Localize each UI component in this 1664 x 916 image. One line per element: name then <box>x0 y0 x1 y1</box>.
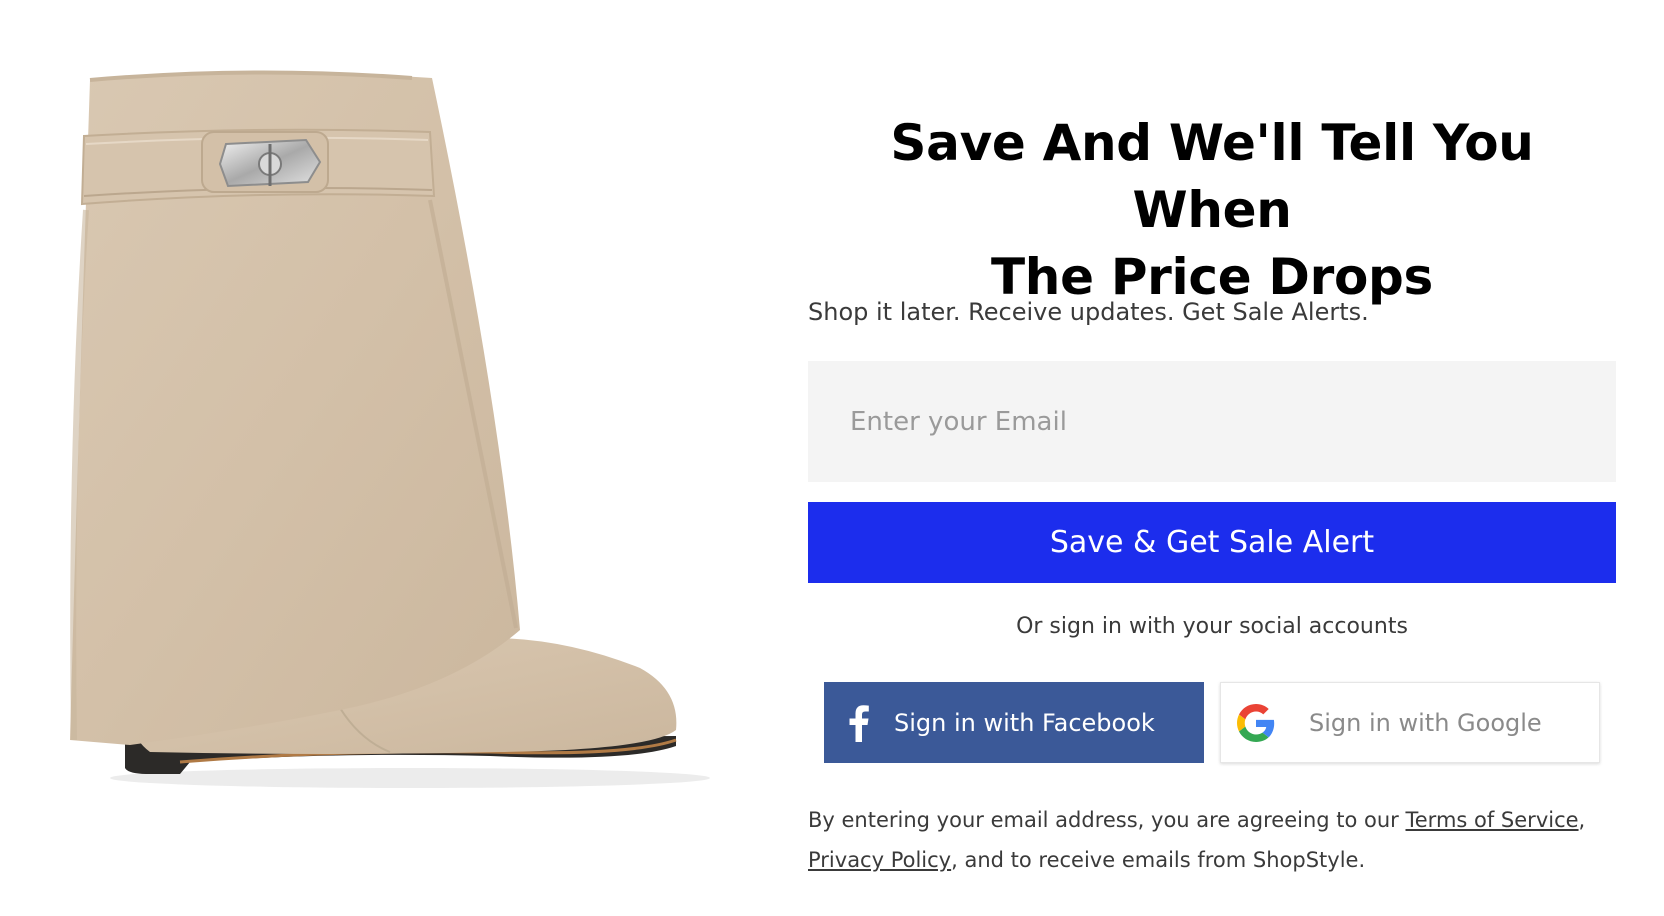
save-sale-alert-button[interactable]: Save & Get Sale Alert <box>808 502 1616 583</box>
facebook-icon <box>849 705 869 742</box>
legal-prefix: By entering your email address, you are … <box>808 808 1406 832</box>
legal-comma: , <box>1578 808 1586 832</box>
legal-disclaimer: By entering your email address, you are … <box>808 800 1616 880</box>
email-input[interactable] <box>808 361 1616 482</box>
legal-suffix: , and to receive emails from ShopStyle. <box>951 848 1366 872</box>
subtitle: Shop it later. Receive updates. Get Sale… <box>808 298 1369 326</box>
title-line-1: Save And We'll Tell You When <box>890 114 1534 239</box>
google-sign-in-label: Sign in with Google <box>1309 708 1542 737</box>
facebook-sign-in-button[interactable]: Sign in with Facebook <box>824 682 1204 763</box>
google-sign-in-button[interactable]: Sign in with Google <box>1220 682 1600 763</box>
google-icon <box>1237 704 1275 742</box>
social-sign-in-caption: Or sign in with your social accounts <box>1016 614 1408 639</box>
terms-of-service-link[interactable]: Terms of Service <box>1406 808 1579 832</box>
facebook-sign-in-label: Sign in with Facebook <box>894 708 1155 737</box>
privacy-policy-link[interactable]: Privacy Policy <box>808 848 951 872</box>
product-image <box>70 70 710 788</box>
price-alert-panel: Save And We'll Tell You When The Price Dr… <box>808 0 1616 916</box>
page-title: Save And We'll Tell You When The Price Dr… <box>808 110 1616 311</box>
